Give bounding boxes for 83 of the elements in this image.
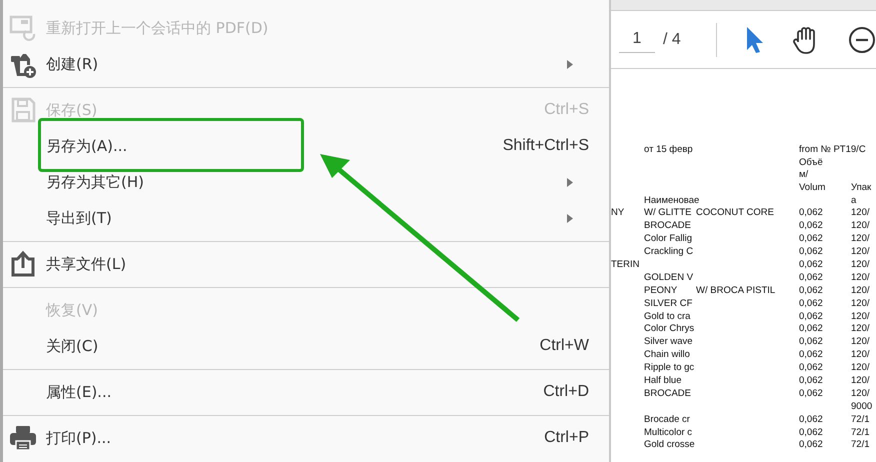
table-cell-text: 120/ (851, 259, 870, 272)
table-cell-text: 72/1 (851, 414, 870, 427)
menu-item[interactable]: 另存为其它(H) (3, 164, 609, 200)
menu-item[interactable]: 打印(P)... Ctrl+P (3, 420, 609, 456)
table-cell-text: W/ BROCA PISTIL (696, 284, 776, 298)
table-cell-text: 0,062 (799, 310, 824, 324)
submenu-arrow-icon (567, 60, 573, 68)
table-cell-text: 0,062 (799, 323, 824, 336)
table-cell-text: 120/ (851, 207, 870, 220)
table-cell-text: 120/ (851, 233, 870, 246)
table-cell: 9000 (851, 400, 873, 414)
table-cell-text: 120/ (851, 323, 870, 336)
table-cell-text: 120/ (851, 388, 870, 401)
table-cell-text: Color Chrys (644, 323, 696, 336)
share-icon (9, 250, 37, 278)
table-cell-text: NY (611, 207, 626, 220)
submenu-arrow-icon (567, 178, 573, 186)
table-cell-text: 72/1 (851, 439, 870, 452)
table-cell-text: 0,062 (799, 414, 824, 427)
submenu-arrow-icon (567, 214, 573, 222)
table-cell-text: 120/ (851, 336, 870, 350)
table-cell-text: 0,062 (799, 426, 824, 440)
table-cell: Gold crosse (644, 439, 696, 452)
table-cell-text: GOLDEN V (644, 272, 694, 285)
table-cell-text: 120/ (851, 284, 870, 298)
menu-item[interactable]: 另存为(A)... Shift+Ctrl+S (3, 128, 609, 164)
menu-item[interactable]: 属性(E)... Ctrl+D (3, 374, 609, 410)
table-cell-text: BROCADE (644, 388, 692, 401)
table-cell-text: 0,062 (799, 207, 824, 220)
table-cell-text: COCONUT CORE (696, 207, 775, 220)
table-cell-text: Упак (851, 182, 872, 195)
table-cell-text: Color Fallig (644, 233, 694, 246)
table-cell-text: м/ (799, 169, 810, 182)
page-number-field[interactable]: 1 (619, 26, 655, 53)
table-cell-text: 0,062 (799, 362, 824, 376)
table-cell-text: BROCADE (644, 220, 692, 234)
table-cell-text: 120/ (851, 375, 870, 388)
menu-item[interactable]: 关闭(C) Ctrl+W (3, 328, 609, 364)
table-cell-text: 0,062 (799, 233, 824, 246)
table-cell-text: 0,062 (799, 259, 824, 272)
table-cell-text: Gold to cra (644, 310, 692, 324)
table-cell-text: TERIN (611, 259, 640, 272)
table-cell-text: 0,062 (799, 284, 824, 298)
table-cell-text: 0,062 (799, 439, 824, 452)
table-cell-text: 0,062 (799, 336, 824, 350)
table-cell-text: 0,062 (799, 349, 824, 362)
table-cell-text: 120/ (851, 349, 870, 362)
table-cell-text: 0,062 (799, 375, 824, 388)
table-cell-text: Multicolor c (644, 426, 694, 440)
table-cell-text: а (851, 194, 858, 208)
table-cell-text: Объё (799, 156, 824, 170)
table-cell-text: 120/ (851, 310, 870, 324)
table-cell-text: 120/ (851, 220, 870, 234)
table-cell-text: Brocade cr (644, 414, 691, 427)
table-cell-text: 0,062 (799, 388, 824, 401)
window-refresh-icon (9, 14, 37, 42)
table-cell-text: 0,062 (799, 220, 824, 234)
table-cell-text: Half blue (644, 375, 682, 388)
table-cell-text: Silver wave (644, 336, 694, 350)
table-cell-text: Chain willo (644, 349, 691, 362)
menu-item[interactable]: 导出到(T) (3, 200, 609, 236)
page-total: / 4 (663, 30, 681, 48)
menu-item[interactable]: 共享文件(L) (3, 246, 609, 282)
table-cell-text: 120/ (851, 362, 870, 376)
table-cell-text: 72/1 (851, 426, 870, 440)
table-cell-text: 120/ (851, 298, 870, 311)
table-cell-text: от 15 февр (644, 144, 694, 157)
table-cell-text: W/ GLITTE (644, 207, 692, 220)
table-cell-text: Ripple to gc (644, 362, 696, 376)
table-cell-text: from № PT19/C (799, 144, 867, 157)
menu-item[interactable]: 创建(R) (3, 46, 609, 82)
table-cell-text: SILVER CF (644, 298, 694, 311)
table-cell-text: 120/ (851, 246, 870, 259)
table-cell-text: 0,062 (799, 272, 824, 285)
table-cell-text: 0,062 (799, 246, 824, 259)
table-cell-text: Crackling C (644, 246, 694, 259)
zoom-out-icon[interactable] (846, 24, 876, 54)
table-cell-text: 120/ (851, 272, 870, 285)
table-cell-text: Volum (799, 182, 826, 195)
table-cell-text: 0,062 (799, 298, 824, 311)
printer-icon (9, 424, 37, 452)
table-cell-text: PEONY (644, 284, 678, 298)
pointer-icon[interactable] (744, 26, 765, 54)
